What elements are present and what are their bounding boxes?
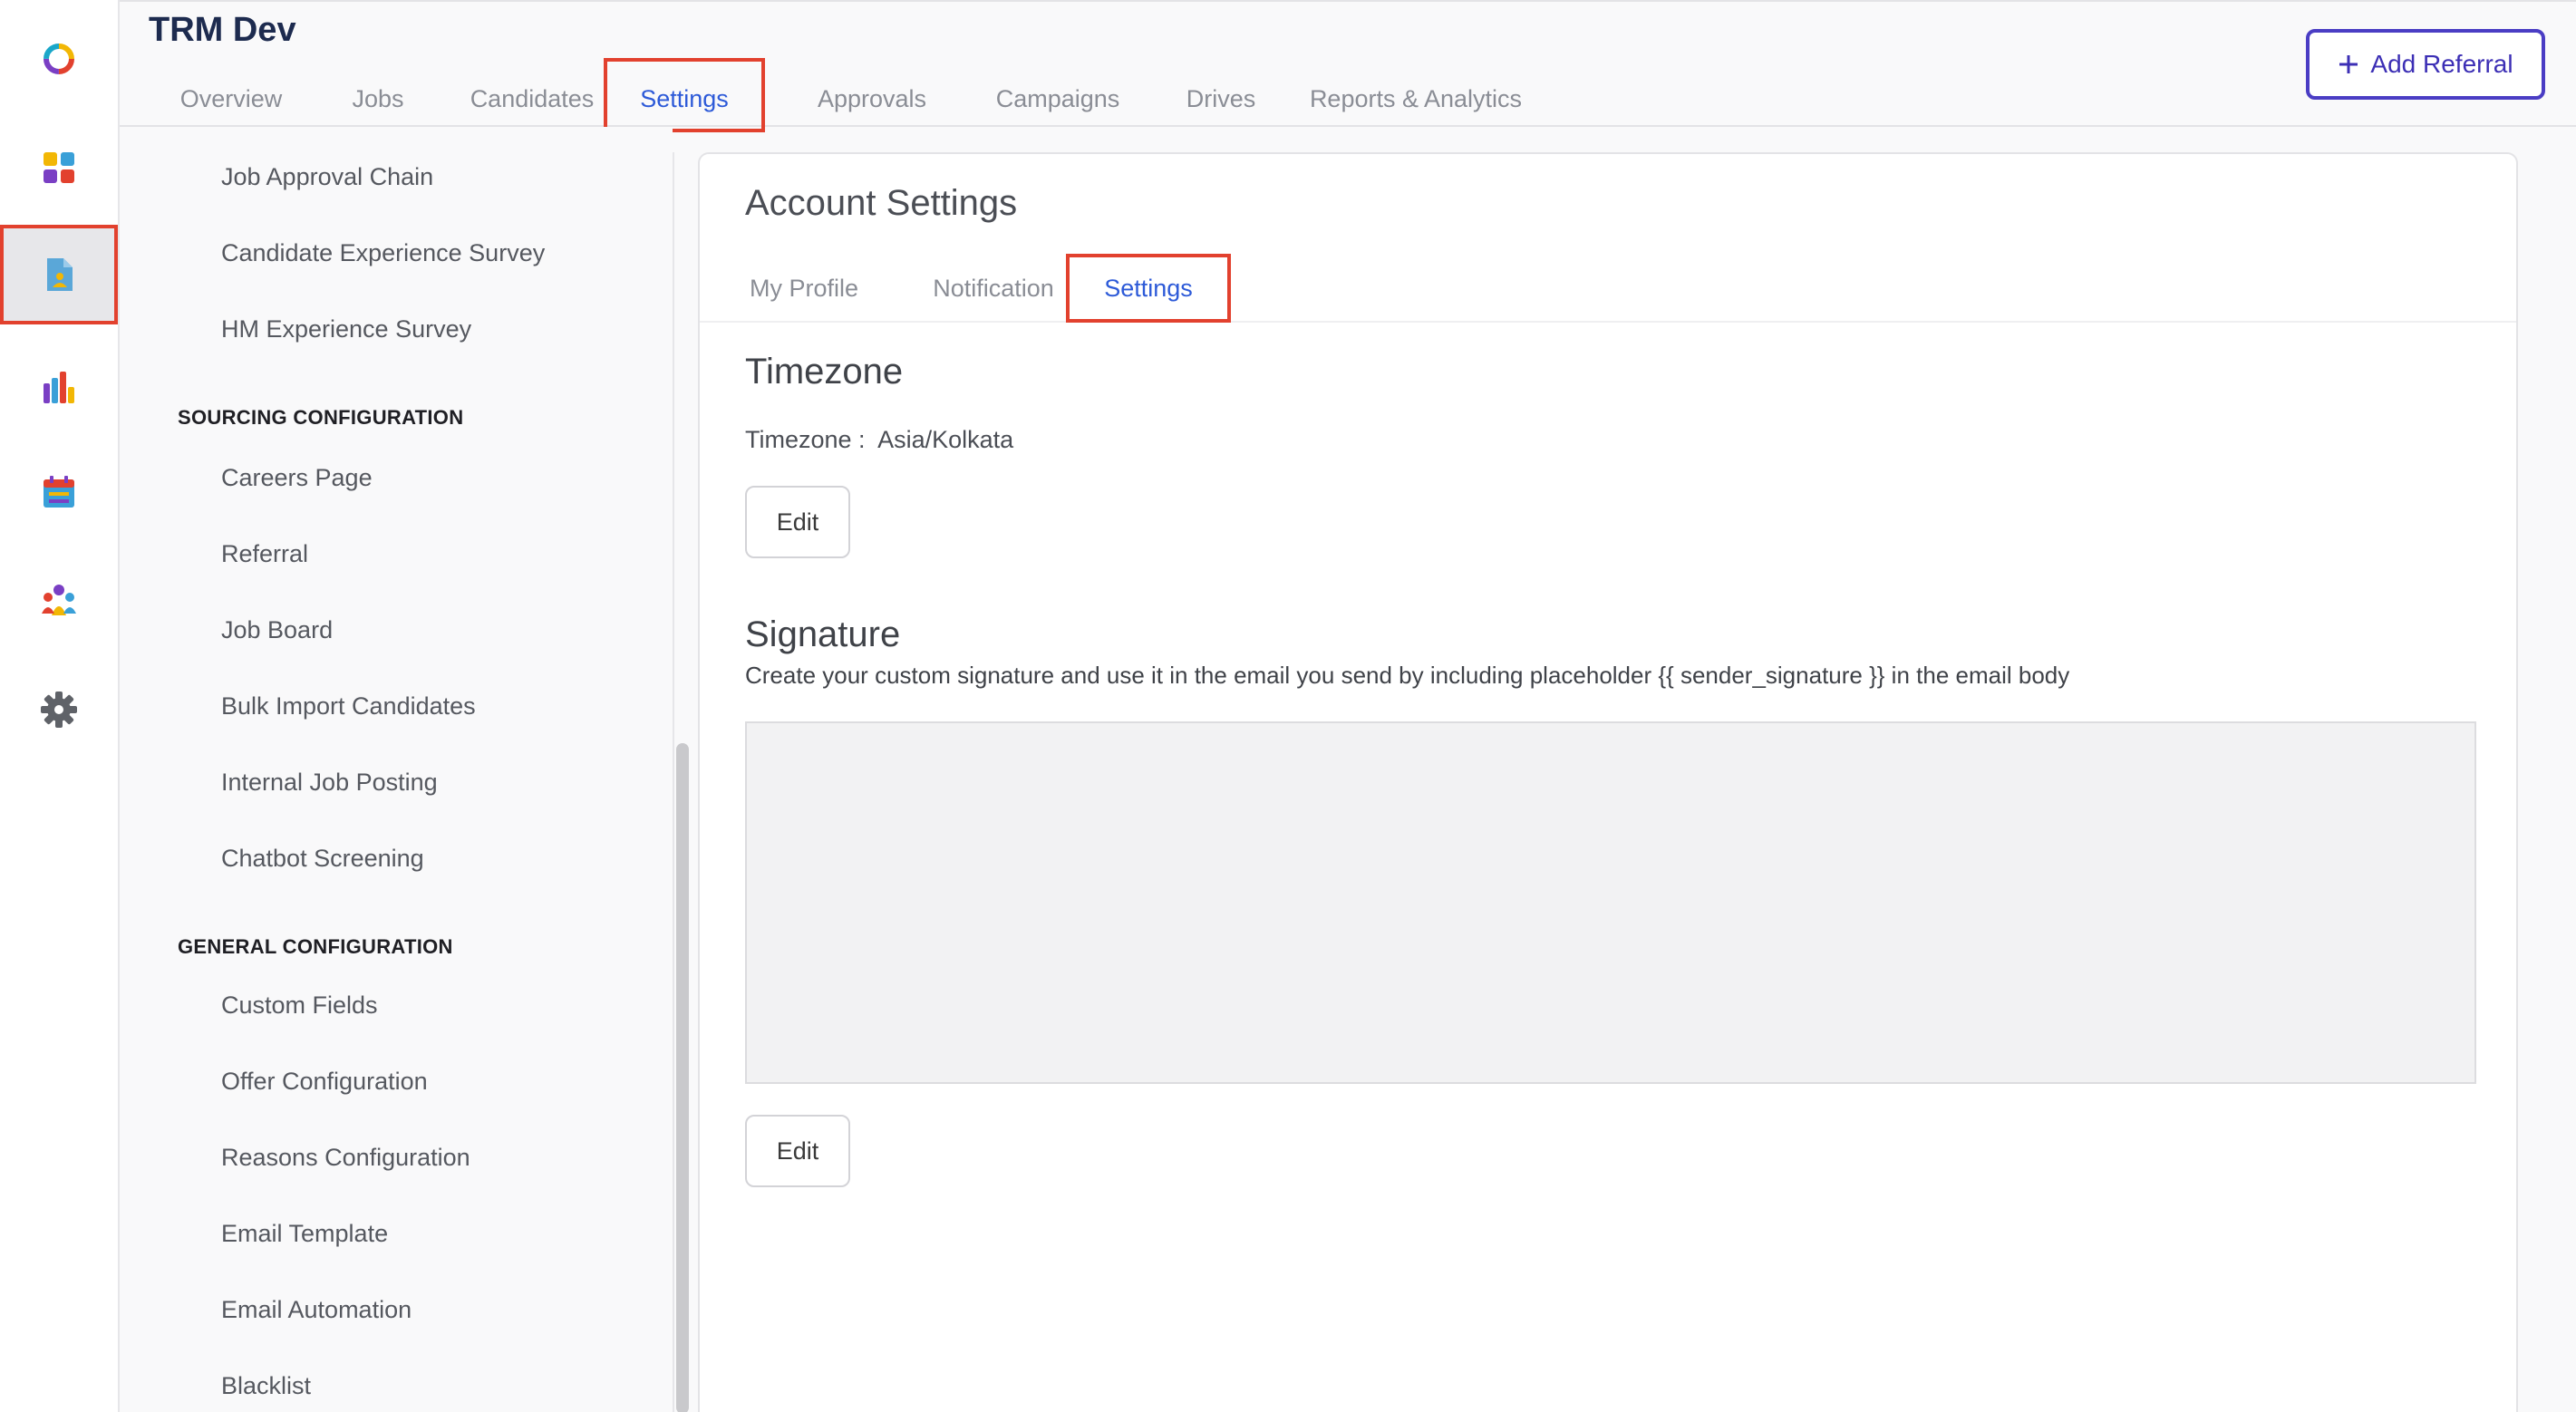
app-title: TRM Dev [149,11,296,49]
tab-settings[interactable]: Settings [604,58,765,132]
timezone-label: Timezone : [745,426,866,453]
signature-edit-button[interactable]: Edit [745,1115,850,1187]
timezone-heading: Timezone [745,352,904,392]
rail-dashboard[interactable] [0,118,118,218]
sidebar-item-blacklist[interactable]: Blacklist [221,1372,311,1400]
sidebar-scrollbar-thumb[interactable] [676,743,689,1412]
calendar-icon [44,476,74,508]
sidebar-item-internal-job-posting[interactable]: Internal Job Posting [221,769,438,797]
account-tabs: My Profile Notification Settings [700,254,2516,323]
signature-description: Create your custom signature and use it … [745,662,2070,689]
sidebar-item-referral[interactable]: Referral [221,540,308,568]
sidebar-item-email-template[interactable]: Email Template [221,1220,388,1248]
apps-grid-icon [44,152,74,183]
tab-overview[interactable]: Overview [163,58,299,127]
tab-candidates[interactable]: Candidates [437,58,627,127]
sidebar-item-chatbot-screening[interactable]: Chatbot Screening [221,845,424,873]
tab-my-profile[interactable]: My Profile [745,254,863,323]
tab-account-settings[interactable]: Settings [1066,254,1231,323]
tab-jobs[interactable]: Jobs [328,58,428,127]
sidebar-item-job-board[interactable]: Job Board [221,616,333,644]
timezone-value: Asia/Kolkata [877,426,1014,453]
logo-ring-icon [44,44,74,74]
sidebar-item-offer-configuration[interactable]: Offer Configuration [221,1068,428,1096]
rail-candidates[interactable] [0,225,118,324]
tab-campaigns[interactable]: Campaigns [954,58,1162,127]
sidebar-item-reasons-configuration[interactable]: Reasons Configuration [221,1144,470,1172]
sidebar-item-job-approval-chain[interactable]: Job Approval Chain [221,163,433,191]
settings-sidebar: Job Approval Chain Candidate Experience … [120,127,673,1412]
add-referral-button[interactable]: Add Referral [2306,29,2545,100]
bar-chart-icon [44,372,74,403]
sidebar-item-bulk-import-candidates[interactable]: Bulk Import Candidates [221,692,476,721]
rail-settings[interactable] [0,660,118,759]
app-rail [0,0,120,1412]
plus-icon [2339,55,2358,73]
gear-icon [41,691,77,728]
top-header: TRM Dev Overview Jobs Candidates Setting… [120,0,2576,132]
general-configuration-heading: GENERAL CONFIGURATION [178,935,453,958]
rail-calendar[interactable] [0,442,118,542]
timezone-row: Timezone : Asia/Kolkata [745,426,1013,454]
rail-reports[interactable] [0,337,118,437]
signature-heading: Signature [745,614,901,654]
candidate-document-icon [47,258,73,291]
sidebar-item-hm-experience-survey[interactable]: HM Experience Survey [221,315,471,343]
rail-team[interactable] [0,551,118,651]
rail-logo[interactable] [0,9,118,109]
sourcing-configuration-heading: SOURCING CONFIGURATION [178,406,464,429]
sidebar-item-email-automation[interactable]: Email Automation [221,1296,412,1324]
team-icon [42,585,76,615]
tab-reports-analytics[interactable]: Reports & Analytics [1262,58,1570,127]
sidebar-item-careers-page[interactable]: Careers Page [221,464,373,492]
account-settings-card: Account Settings My Profile Notification… [698,152,2518,1412]
tab-approvals[interactable]: Approvals [781,58,963,127]
tab-highlight-box [604,58,765,132]
sidebar-scroll-track[interactable] [673,152,674,1412]
sidebar-item-candidate-experience-survey[interactable]: Candidate Experience Survey [221,239,545,267]
tab-notification[interactable]: Notification [912,254,1075,323]
timezone-edit-button[interactable]: Edit [745,486,850,558]
sidebar-item-custom-fields[interactable]: Custom Fields [221,991,378,1020]
add-referral-label: Add Referral [2370,50,2513,78]
signature-preview [745,721,2476,1084]
page-title: Account Settings [745,183,1018,223]
